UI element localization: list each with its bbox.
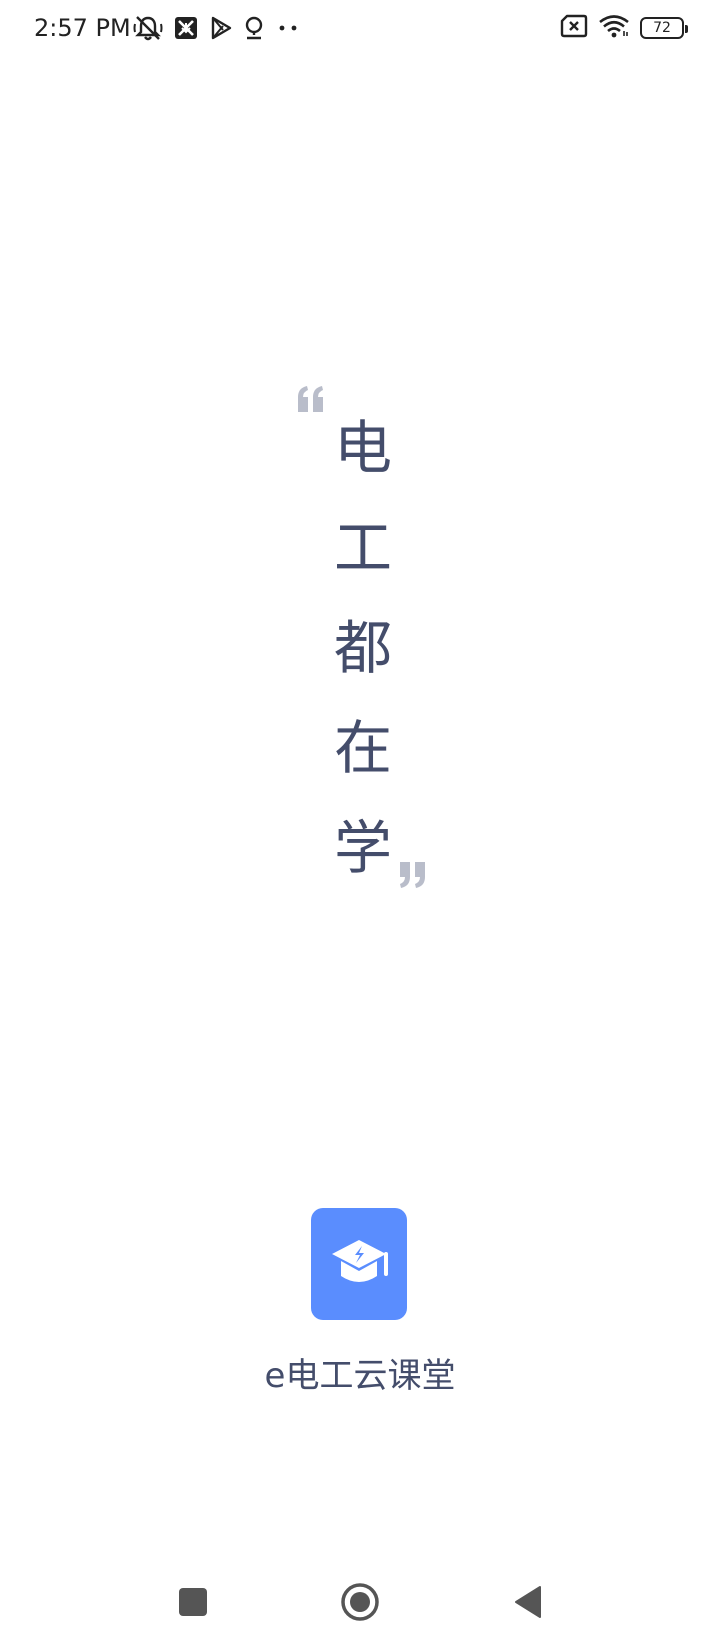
status-icons-left [133, 12, 301, 44]
slogan: 电 工 都 在 学 [330, 398, 396, 898]
home-button[interactable] [338, 1580, 382, 1624]
mute-icon [133, 14, 163, 42]
home-icon [341, 1583, 379, 1621]
location-icon [243, 15, 265, 41]
slogan-char: 工 [333, 514, 392, 582]
status-bar: 2:57 PM 72 [0, 0, 720, 56]
wifi-icon [598, 14, 630, 42]
play-store-icon [209, 15, 233, 41]
slogan-char: 电 [333, 414, 392, 482]
app-name: e电工云课堂 [264, 1356, 456, 1396]
status-icons-right: 72 [560, 12, 688, 44]
battery-icon: 72 [640, 17, 688, 39]
more-dots-icon [275, 23, 301, 33]
slogan-char: 都 [333, 614, 392, 682]
nav-bar [0, 1560, 720, 1650]
app-logo [311, 1208, 407, 1320]
graduation-cap-icon [332, 1240, 388, 1282]
slogan-char: 在 [333, 714, 392, 782]
status-time: 2:57 PM [34, 14, 131, 42]
recents-button[interactable] [171, 1580, 215, 1624]
back-icon [515, 1586, 541, 1618]
quote-open-icon [298, 386, 323, 412]
app-notification-icon [173, 15, 199, 41]
no-sim-icon [560, 14, 588, 42]
slogan-char: 学 [333, 814, 392, 882]
quote-close-icon [400, 862, 425, 888]
back-button[interactable] [506, 1580, 550, 1624]
recents-icon [179, 1588, 207, 1616]
